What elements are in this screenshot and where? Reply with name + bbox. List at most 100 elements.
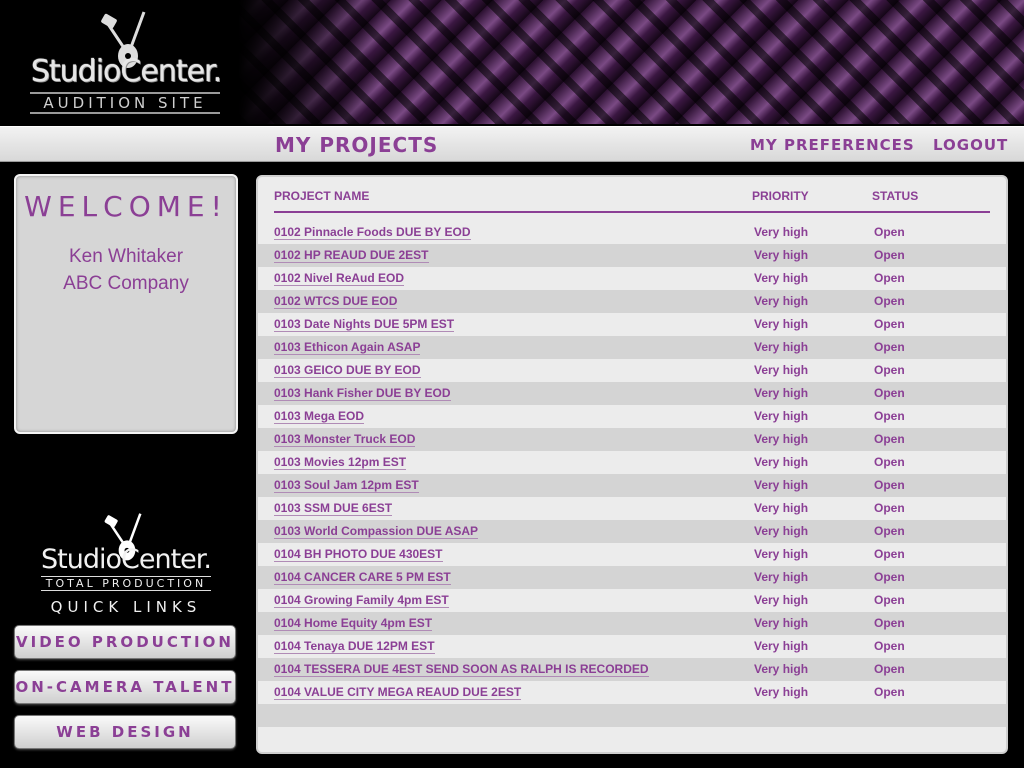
my-preferences-link[interactable]: MY PREFERENCES bbox=[750, 136, 915, 154]
table-row: 0102 HP REAUD DUE 2EST Very high Open bbox=[258, 244, 1006, 267]
logout-link[interactable]: LOGOUT bbox=[933, 136, 1008, 154]
priority-value: Very high bbox=[754, 225, 809, 239]
brand-subtitle: AUDITION SITE bbox=[30, 92, 220, 114]
project-name-link[interactable]: 0102 HP REAUD DUE 2EST bbox=[274, 248, 429, 263]
table-row: 0104 TESSERA DUE 4EST SEND SOON AS RALPH… bbox=[258, 658, 1006, 681]
table-row: 0104 Tenaya DUE 12PM EST Very high Open bbox=[258, 635, 1006, 658]
header: StudioCenter. AUDITION SITE bbox=[0, 0, 1024, 124]
status-value: Open bbox=[874, 340, 905, 354]
page-title: MY PROJECTS bbox=[275, 133, 439, 157]
table-row: 0103 Soul Jam 12pm EST Very high Open bbox=[258, 474, 1006, 497]
video-production-button[interactable]: VIDEO PRODUCTION bbox=[14, 625, 236, 659]
priority-value: Very high bbox=[754, 547, 809, 561]
header-divider bbox=[274, 211, 990, 213]
status-value: Open bbox=[874, 432, 905, 446]
status-value: Open bbox=[874, 662, 905, 676]
status-value: Open bbox=[874, 248, 905, 262]
project-name-link[interactable]: 0103 Soul Jam 12pm EST bbox=[274, 478, 419, 493]
brand-subtitle: TOTAL PRODUCTION bbox=[41, 576, 211, 591]
table-row: 0104 CANCER CARE 5 PM EST Very high Open bbox=[258, 566, 1006, 589]
project-name-link[interactable]: 0103 Mega EOD bbox=[274, 409, 365, 424]
priority-value: Very high bbox=[754, 570, 809, 584]
table-row: 0103 Movies 12pm EST Very high Open bbox=[258, 451, 1006, 474]
column-header-project-name[interactable]: PROJECT NAME bbox=[274, 189, 369, 203]
table-row: 0104 BH PHOTO DUE 430EST Very high Open bbox=[258, 543, 1006, 566]
priority-value: Very high bbox=[754, 432, 809, 446]
table-row: 0103 Mega EOD Very high Open bbox=[258, 405, 1006, 428]
priority-value: Very high bbox=[754, 340, 809, 354]
table-row: 0102 Nivel ReAud EOD Very high Open bbox=[258, 267, 1006, 290]
project-name-link[interactable]: 0104 Home Equity 4pm EST bbox=[274, 616, 433, 631]
priority-value: Very high bbox=[754, 386, 809, 400]
project-name-link[interactable]: 0102 Pinnacle Foods DUE BY EOD bbox=[274, 225, 471, 240]
priority-value: Very high bbox=[754, 501, 809, 515]
status-value: Open bbox=[874, 317, 905, 331]
studio-center-audition-logo[interactable]: StudioCenter. AUDITION SITE bbox=[28, 10, 224, 114]
priority-value: Very high bbox=[754, 317, 809, 331]
projects-panel: PROJECT NAME PRIORITY STATUS 0102 Pinnac… bbox=[256, 175, 1008, 754]
status-value: Open bbox=[874, 639, 905, 653]
status-value: Open bbox=[874, 616, 905, 630]
project-name-link[interactable]: 0103 Movies 12pm EST bbox=[274, 455, 407, 470]
priority-value: Very high bbox=[754, 294, 809, 308]
table-row: 0103 Ethicon Again ASAP Very high Open bbox=[258, 336, 1006, 359]
project-name-link[interactable]: 0104 VALUE CITY MEGA REAUD DUE 2EST bbox=[274, 685, 522, 700]
project-name-link[interactable]: 0103 World Compassion DUE ASAP bbox=[274, 524, 479, 539]
project-name-link[interactable]: 0104 TESSERA DUE 4EST SEND SOON AS RALPH… bbox=[274, 662, 649, 677]
project-name-link[interactable]: 0102 WTCS DUE EOD bbox=[274, 294, 398, 309]
table-row: 0103 SSM DUE 6EST Very high Open bbox=[258, 497, 1006, 520]
status-value: Open bbox=[874, 225, 905, 239]
table-row: 0104 Home Equity 4pm EST Very high Open bbox=[258, 612, 1006, 635]
acoustic-foam-banner bbox=[238, 0, 1024, 124]
project-name-link[interactable]: 0104 Growing Family 4pm EST bbox=[274, 593, 449, 608]
company-name: ABC Company bbox=[63, 273, 189, 294]
project-name-link[interactable]: 0102 Nivel ReAud EOD bbox=[274, 271, 405, 286]
status-value: Open bbox=[874, 294, 905, 308]
project-list: 0102 Pinnacle Foods DUE BY EOD Very high O… bbox=[258, 221, 1006, 727]
project-name-link[interactable]: 0103 Date Nights DUE 5PM EST bbox=[274, 317, 455, 332]
web-design-button[interactable]: WEB DESIGN bbox=[14, 715, 236, 749]
status-value: Open bbox=[874, 363, 905, 377]
priority-value: Very high bbox=[754, 409, 809, 423]
table-row: 0102 WTCS DUE EOD Very high Open bbox=[258, 290, 1006, 313]
project-name-link[interactable]: 0103 Monster Truck EOD bbox=[274, 432, 416, 447]
welcome-panel: WELCOME! Ken Whitaker ABC Company bbox=[14, 174, 238, 434]
status-value: Open bbox=[874, 524, 905, 538]
project-name-link[interactable]: 0103 GEICO DUE BY EOD bbox=[274, 363, 421, 378]
status-value: Open bbox=[874, 455, 905, 469]
empty-row bbox=[258, 704, 1006, 727]
status-value: Open bbox=[874, 547, 905, 561]
status-value: Open bbox=[874, 570, 905, 584]
on-camera-talent-button[interactable]: ON-CAMERA TALENT bbox=[14, 670, 236, 704]
project-name-link[interactable]: 0103 Hank Fisher DUE BY EOD bbox=[274, 386, 451, 401]
priority-value: Very high bbox=[754, 478, 809, 492]
column-header-priority[interactable]: PRIORITY bbox=[752, 189, 809, 203]
status-value: Open bbox=[874, 685, 905, 699]
table-row: 0104 Growing Family 4pm EST Very high Open bbox=[258, 589, 1006, 612]
priority-value: Very high bbox=[754, 616, 809, 630]
table-row: 0103 Date Nights DUE 5PM EST Very high Ope… bbox=[258, 313, 1006, 336]
project-name-link[interactable]: 0103 SSM DUE 6EST bbox=[274, 501, 393, 516]
project-name-link[interactable]: 0104 BH PHOTO DUE 430EST bbox=[274, 547, 443, 562]
status-value: Open bbox=[874, 478, 905, 492]
priority-value: Very high bbox=[754, 524, 809, 538]
column-header-status[interactable]: STATUS bbox=[872, 189, 918, 203]
priority-value: Very high bbox=[754, 685, 809, 699]
project-name-link[interactable]: 0104 CANCER CARE 5 PM EST bbox=[274, 570, 451, 585]
priority-value: Very high bbox=[754, 271, 809, 285]
project-name-link[interactable]: 0103 Ethicon Again ASAP bbox=[274, 340, 421, 355]
status-value: Open bbox=[874, 501, 905, 515]
table-row: 0103 Hank Fisher DUE BY EOD Very high Open bbox=[258, 382, 1006, 405]
priority-value: Very high bbox=[754, 662, 809, 676]
priority-value: Very high bbox=[754, 593, 809, 607]
status-value: Open bbox=[874, 271, 905, 285]
studio-center-total-production-logo[interactable]: StudioCenter. TOTAL PRODUCTION bbox=[38, 512, 214, 592]
project-name-link[interactable]: 0104 Tenaya DUE 12PM EST bbox=[274, 639, 435, 654]
priority-value: Very high bbox=[754, 248, 809, 262]
status-value: Open bbox=[874, 593, 905, 607]
table-row: 0103 GEICO DUE BY EOD Very high Open bbox=[258, 359, 1006, 382]
nav-bar: MY PROJECTS MY PREFERENCES LOGOUT bbox=[0, 126, 1024, 162]
priority-value: Very high bbox=[754, 455, 809, 469]
table-row: 0104 VALUE CITY MEGA REAUD DUE 2EST Very … bbox=[258, 681, 1006, 704]
brand-name: StudioCenter. bbox=[30, 54, 222, 89]
